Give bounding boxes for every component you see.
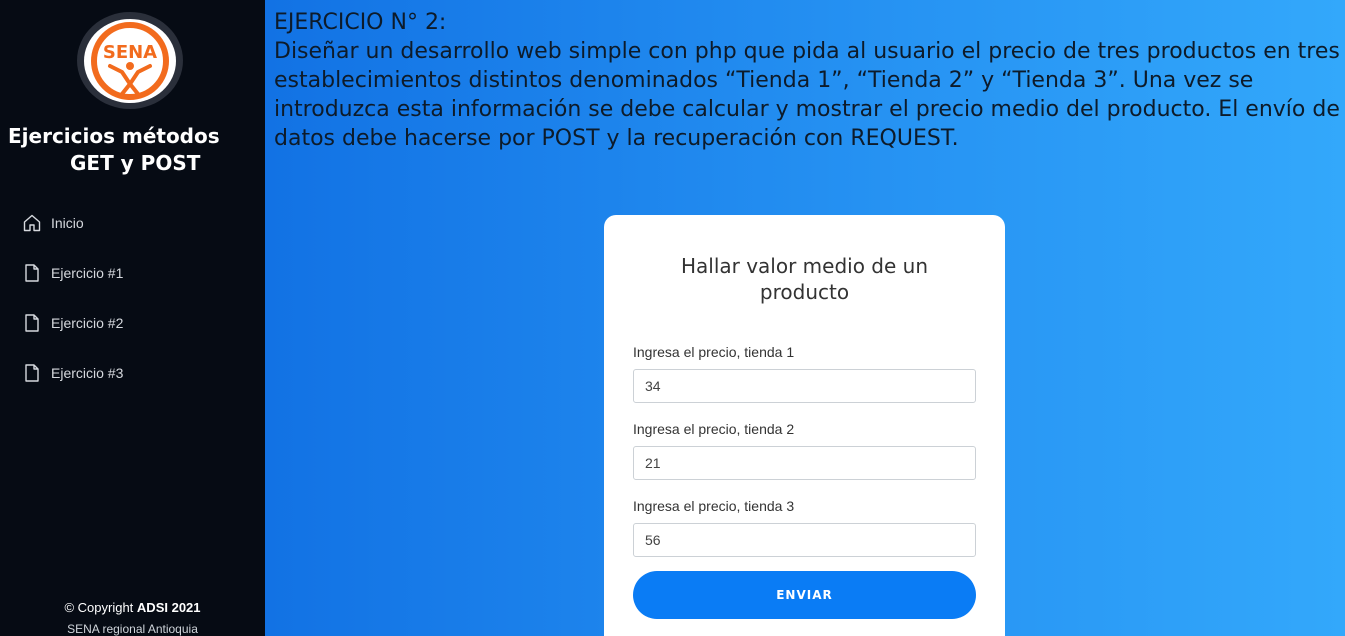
file-icon — [22, 313, 42, 333]
price-input-tienda-3[interactable] — [633, 523, 976, 557]
sidebar-item-inicio[interactable]: Inicio — [22, 210, 123, 236]
sena-logo-icon: SENA — [91, 21, 169, 100]
sidebar-item-ejercicio-3[interactable]: Ejercicio #3 — [22, 360, 123, 386]
sidebar-footer: © Copyright ADSI 2021 SENA regional Anti… — [0, 600, 265, 636]
copyright-text: © Copyright ADSI 2021 — [64, 600, 201, 615]
price-label-tienda-2: Ingresa el precio, tienda 2 — [633, 421, 795, 437]
price-input-tienda-1[interactable] — [633, 369, 976, 403]
price-label-tienda-3: Ingresa el precio, tienda 3 — [633, 498, 795, 514]
submit-button[interactable]: ENVIAR — [633, 571, 976, 619]
file-icon — [22, 363, 42, 383]
brand-line-1: Ejercicios métodos — [8, 124, 220, 148]
price-label-tienda-1: Ingresa el precio, tienda 1 — [633, 344, 795, 360]
sidebar-item-label: Ejercicio #1 — [51, 265, 124, 281]
sidebar-nav: Inicio Ejercicio #1 Ejercicio #2 Ejercic… — [22, 210, 123, 410]
sidebar-item-ejercicio-1[interactable]: Ejercicio #1 — [22, 260, 123, 286]
sidebar-brand-title: Ejercicios métodos GET y POST — [8, 123, 248, 177]
sidebar-item-label: Ejercicio #3 — [51, 365, 124, 381]
sidebar-item-label: Inicio — [51, 215, 84, 231]
file-icon — [22, 263, 42, 283]
footer-subtitle: SENA regional Antioquia — [67, 622, 198, 636]
form-title: Hallar valor medio de un producto — [680, 254, 929, 304]
brand-line-2: GET y POST — [70, 151, 201, 175]
price-form-card: Hallar valor medio de un producto Ingres… — [604, 215, 1005, 636]
main-content: EJERCICIO N° 2: Diseñar un desarrollo we… — [265, 0, 1345, 636]
exercise-title: EJERCICIO N° 2: — [274, 10, 447, 35]
exercise-body: Diseñar un desarrollo web simple con php… — [274, 39, 1340, 151]
exercise-statement: EJERCICIO N° 2: Diseñar un desarrollo we… — [274, 8, 1342, 153]
sidebar-item-label: Ejercicio #2 — [51, 315, 124, 331]
price-input-tienda-2[interactable] — [633, 446, 976, 480]
sidebar-item-ejercicio-2[interactable]: Ejercicio #2 — [22, 310, 123, 336]
sidebar: SENA Ejercicios métodos GET y POST Inici… — [0, 0, 265, 636]
home-icon — [22, 213, 42, 233]
sena-logo: SENA — [77, 12, 183, 109]
svg-text:SENA: SENA — [103, 42, 157, 63]
